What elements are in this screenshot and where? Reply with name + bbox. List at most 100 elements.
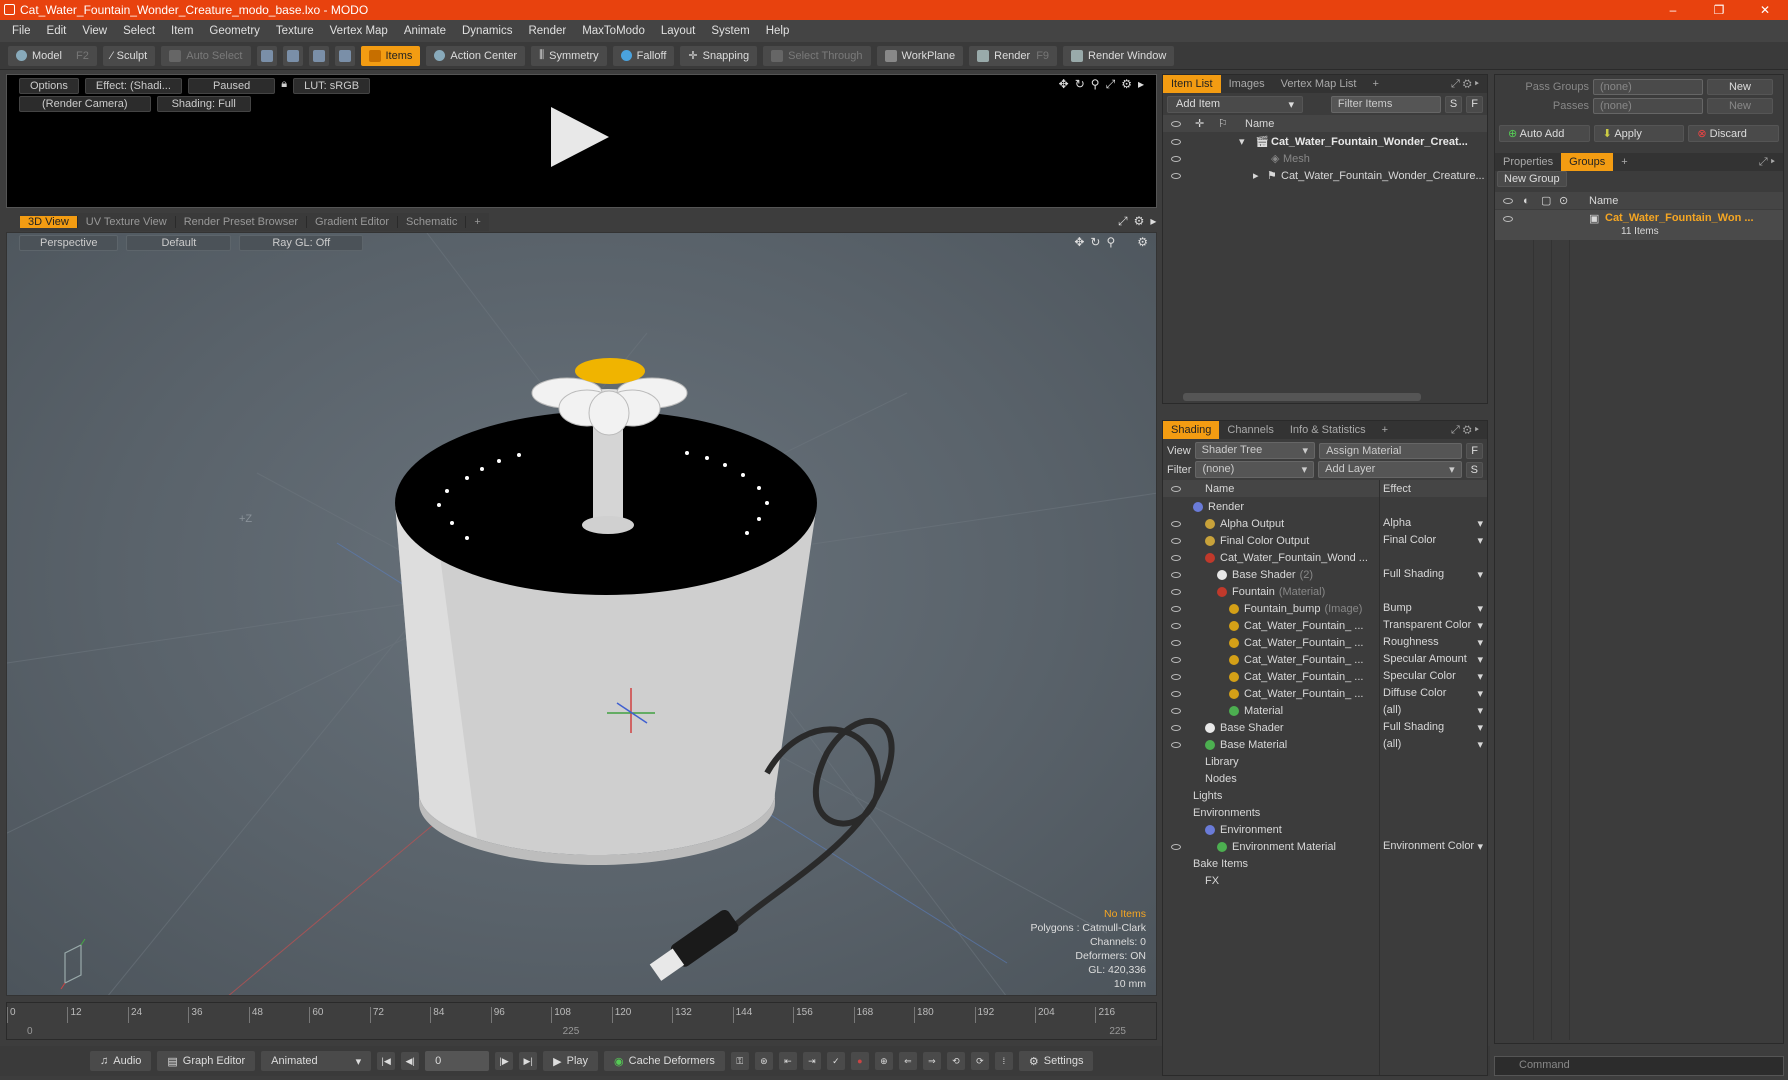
tab-groups[interactable]: Groups bbox=[1561, 153, 1614, 171]
shader-row[interactable]: Base Shader Full Shading ▾ bbox=[1163, 719, 1487, 736]
shader-row[interactable]: Lights bbox=[1163, 787, 1487, 804]
preview-options-button[interactable]: Options bbox=[19, 78, 79, 94]
effect-dropdown[interactable]: Specular Color ▾ bbox=[1383, 670, 1483, 683]
list-item[interactable]: ◈ Mesh bbox=[1163, 150, 1487, 167]
graph-editor-button[interactable]: ▤ Graph Editor bbox=[157, 1051, 256, 1071]
shader-row[interactable]: Cat_Water_Fountain_ ... Specular Color ▾ bbox=[1163, 668, 1487, 685]
add-layer-dropdown[interactable]: Add Layer ▾ bbox=[1318, 461, 1462, 478]
visibility-eye-icon[interactable] bbox=[1171, 537, 1181, 544]
effect-dropdown[interactable]: Environment Color ▾ bbox=[1383, 840, 1483, 853]
lut-dropdown[interactable]: LUT: sRGB bbox=[293, 78, 371, 94]
effect-dropdown[interactable]: Bump ▾ bbox=[1383, 602, 1483, 615]
effect-dropdown[interactable]: Diffuse Color ▾ bbox=[1383, 687, 1483, 700]
auto-add-button[interactable]: ⊕ Auto Add bbox=[1499, 125, 1590, 142]
record-icon[interactable]: ● bbox=[850, 1052, 869, 1070]
key-icon[interactable]: ⚿ bbox=[730, 1052, 749, 1070]
effect-dropdown[interactable]: Final Color ▾ bbox=[1383, 534, 1483, 547]
tab-3d-view[interactable]: 3D View bbox=[20, 216, 78, 228]
shader-tree-dropdown[interactable]: Shader Tree ▾ bbox=[1194, 442, 1316, 459]
menu-help[interactable]: Help bbox=[758, 25, 798, 37]
tab-item-list[interactable]: Item List bbox=[1163, 75, 1221, 93]
shader-row[interactable]: Base Shader (2) Full Shading ▾ bbox=[1163, 566, 1487, 583]
menu-texture[interactable]: Texture bbox=[268, 25, 322, 37]
add-tab-button[interactable]: + bbox=[466, 216, 488, 228]
prev-key-button[interactable]: ◀| bbox=[401, 1052, 420, 1070]
shader-row[interactable]: Environment bbox=[1163, 821, 1487, 838]
shader-row[interactable]: Cat_Water_Fountain_ ... Roughness ▾ bbox=[1163, 634, 1487, 651]
menu-animate[interactable]: Animate bbox=[396, 25, 454, 37]
pass-groups-dropdown[interactable]: (none) bbox=[1593, 79, 1703, 95]
menu-system[interactable]: System bbox=[703, 25, 757, 37]
snapping-button[interactable]: ✛ Snapping bbox=[680, 45, 758, 66]
visibility-eye-icon[interactable] bbox=[1171, 656, 1181, 663]
polygons-mode-button[interactable] bbox=[308, 45, 329, 66]
visibility-eye-icon[interactable] bbox=[1171, 707, 1181, 714]
rotate-icon[interactable]: ↻ bbox=[1075, 77, 1085, 92]
passes-dropdown[interactable]: (none) bbox=[1593, 98, 1703, 114]
animated-dropdown[interactable]: Animated ▾ bbox=[261, 1051, 372, 1071]
cache-deformers-button[interactable]: ◉ Cache Deformers bbox=[604, 1051, 725, 1071]
visibility-eye-icon[interactable] bbox=[1171, 690, 1181, 697]
new-group-button[interactable]: New Group bbox=[1497, 171, 1567, 187]
gear-icon[interactable]: ⚙ bbox=[1121, 77, 1132, 92]
symmetry-button[interactable]: ⫼ Symmetry bbox=[531, 45, 607, 66]
visibility-eye-icon[interactable] bbox=[1171, 605, 1181, 612]
skip-forward-icon[interactable]: ⇒ bbox=[922, 1052, 941, 1070]
shader-row[interactable]: Bake Items bbox=[1163, 855, 1487, 872]
maximize-icon[interactable]: ⤢ bbox=[1118, 214, 1128, 229]
add-item-dropdown[interactable]: Add Item ▾ bbox=[1167, 96, 1303, 113]
shading-dropdown[interactable]: Shading: Full bbox=[156, 96, 251, 112]
more-icon[interactable]: ⁞ bbox=[994, 1052, 1013, 1070]
materials-mode-button[interactable] bbox=[334, 45, 355, 66]
assign-material-field[interactable]: Assign Material bbox=[1319, 442, 1463, 459]
shader-row[interactable]: Cat_Water_Fountain_ ... Diffuse Color ▾ bbox=[1163, 685, 1487, 702]
shader-row[interactable]: Render bbox=[1163, 498, 1487, 515]
filter-f-button[interactable]: F bbox=[1466, 96, 1483, 113]
menu-geometry[interactable]: Geometry bbox=[201, 25, 268, 37]
add-tab-button[interactable]: + bbox=[1613, 156, 1635, 168]
sculpt-mode-button[interactable]: ⁄ Sculpt bbox=[102, 45, 156, 66]
zoom-icon[interactable]: ⚲ bbox=[1091, 77, 1100, 92]
tab-schematic[interactable]: Schematic bbox=[398, 216, 467, 228]
tab-gradient-editor[interactable]: Gradient Editor bbox=[307, 216, 398, 228]
lock-icon[interactable]: 🔒︎ bbox=[281, 78, 287, 94]
menu-vertex-map[interactable]: Vertex Map bbox=[322, 25, 396, 37]
item-list-scrollbar[interactable] bbox=[1183, 393, 1421, 401]
settings-button[interactable]: ⚙ Settings bbox=[1018, 1051, 1094, 1071]
visibility-eye-icon[interactable] bbox=[1171, 520, 1181, 527]
render-button[interactable]: Render F9 bbox=[969, 45, 1058, 66]
shader-row[interactable]: Final Color Output Final Color ▾ bbox=[1163, 532, 1487, 549]
shader-row[interactable]: Cat_Water_Fountain_ ... Specular Amount ▾ bbox=[1163, 651, 1487, 668]
play-icon[interactable] bbox=[551, 107, 609, 167]
visibility-eye-icon[interactable] bbox=[1171, 639, 1181, 646]
shader-row[interactable]: Base Material (all) ▾ bbox=[1163, 736, 1487, 753]
effect-dropdown[interactable]: Full Shading ▾ bbox=[1383, 721, 1483, 734]
skip-back-icon[interactable]: ⇐ bbox=[898, 1052, 917, 1070]
tab-shading[interactable]: Shading bbox=[1163, 421, 1220, 439]
minimize-button[interactable]: – bbox=[1650, 0, 1696, 20]
current-frame-field[interactable]: 0 bbox=[425, 1051, 490, 1071]
effect-dropdown[interactable]: Full Shading ▾ bbox=[1383, 568, 1483, 581]
shader-row[interactable]: Fountain (Material) bbox=[1163, 583, 1487, 600]
visibility-eye-icon[interactable] bbox=[1171, 172, 1181, 179]
options-icon[interactable]: ⊕ bbox=[874, 1052, 893, 1070]
action-center-button[interactable]: Action Center bbox=[426, 45, 526, 66]
effect-dropdown[interactable]: Transparent Color ▾ bbox=[1383, 619, 1483, 632]
menu-view[interactable]: View bbox=[74, 25, 115, 37]
model-mode-button[interactable]: Model F2 bbox=[8, 45, 97, 66]
add-tab-button[interactable]: + bbox=[1374, 424, 1396, 436]
visibility-eye-icon[interactable] bbox=[1171, 571, 1181, 578]
play-button[interactable]: ▶ Play bbox=[543, 1051, 599, 1071]
visibility-eye-icon[interactable] bbox=[1171, 724, 1181, 731]
maximize-icon[interactable]: ⤢ bbox=[1106, 77, 1116, 92]
list-item[interactable]: ▸ ⚑ Cat_Water_Fountain_Wonder_Creature..… bbox=[1163, 167, 1487, 184]
visibility-eye-icon[interactable] bbox=[1171, 622, 1181, 629]
loop-icon[interactable]: ⟲ bbox=[946, 1052, 965, 1070]
shader-row[interactable]: Library bbox=[1163, 753, 1487, 770]
maximize-icon[interactable]: ⤢ ▸ bbox=[1751, 156, 1783, 169]
shader-row[interactable]: Cat_Water_Fountain_ ... Transparent Color… bbox=[1163, 617, 1487, 634]
menu-render[interactable]: Render bbox=[520, 25, 574, 37]
new-pass-button[interactable]: New bbox=[1707, 98, 1773, 114]
maximize-button[interactable]: ❐ bbox=[1696, 0, 1742, 20]
workplane-button[interactable]: WorkPlane bbox=[876, 45, 964, 66]
